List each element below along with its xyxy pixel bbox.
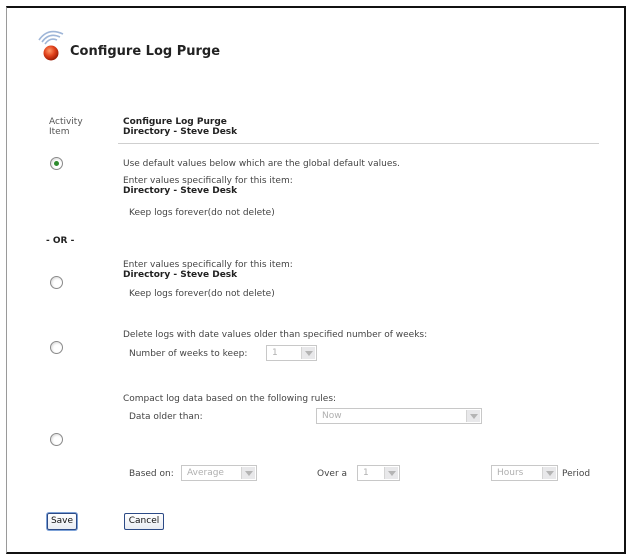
radio-compact[interactable] (50, 433, 63, 446)
period-label: Period (562, 469, 591, 479)
older-than-select-value: Now (322, 411, 342, 421)
enter-values-text: Enter values specifically for this item: (123, 176, 293, 186)
based-on-select-value: Average (187, 468, 224, 478)
period-unit-select[interactable]: Hours (491, 465, 558, 481)
activity-item-header-line2: Item (49, 127, 70, 137)
chevron-down-icon (241, 467, 255, 479)
page-title: Configure Log Purge (70, 44, 221, 59)
radio-use-defaults[interactable] (50, 157, 63, 170)
chevron-down-icon (542, 467, 556, 479)
item-name-2: Directory - Steve Desk (123, 270, 238, 280)
radio-keep-forever[interactable] (50, 276, 63, 289)
keep-logs-text: Keep logs forever(do not delete) (129, 208, 275, 218)
chevron-down-icon (384, 467, 398, 479)
weeks-select[interactable]: 1 (266, 345, 317, 361)
period-unit-select-value: Hours (497, 468, 524, 478)
cancel-button[interactable]: Cancel (124, 513, 164, 530)
chevron-down-icon (466, 410, 480, 422)
older-than-select[interactable]: Now (316, 408, 482, 424)
item-name: Directory - Steve Desk (123, 186, 238, 196)
or-separator: - OR - (46, 236, 75, 246)
section-subheading: Directory - Steve Desk (123, 127, 238, 137)
based-on-label: Based on: (129, 469, 174, 479)
chevron-down-icon (301, 347, 315, 359)
compact-text: Compact log data based on the following … (123, 394, 337, 404)
over-label: Over a (317, 469, 348, 479)
save-button[interactable]: Save (47, 513, 77, 530)
over-select[interactable]: 1 (357, 465, 400, 481)
over-select-value: 1 (363, 468, 369, 478)
older-than-label: Data older than: (129, 412, 203, 422)
log-purge-logo-icon (38, 30, 64, 61)
based-on-select[interactable]: Average (181, 465, 257, 481)
header-divider (118, 143, 599, 144)
weeks-label: Number of weeks to keep: (129, 349, 248, 359)
section-heading: Configure Log Purge (123, 117, 227, 127)
keep-logs-text-2: Keep logs forever(do not delete) (129, 289, 275, 299)
radio-delete-weeks[interactable] (50, 341, 63, 354)
weeks-select-value: 1 (272, 348, 278, 358)
activity-item-header: Activity (49, 117, 83, 127)
enter-values-text-2: Enter values specifically for this item: (123, 260, 293, 270)
delete-weeks-text: Delete logs with date values older than … (123, 330, 428, 340)
use-defaults-text: Use default values below which are the g… (123, 159, 400, 169)
